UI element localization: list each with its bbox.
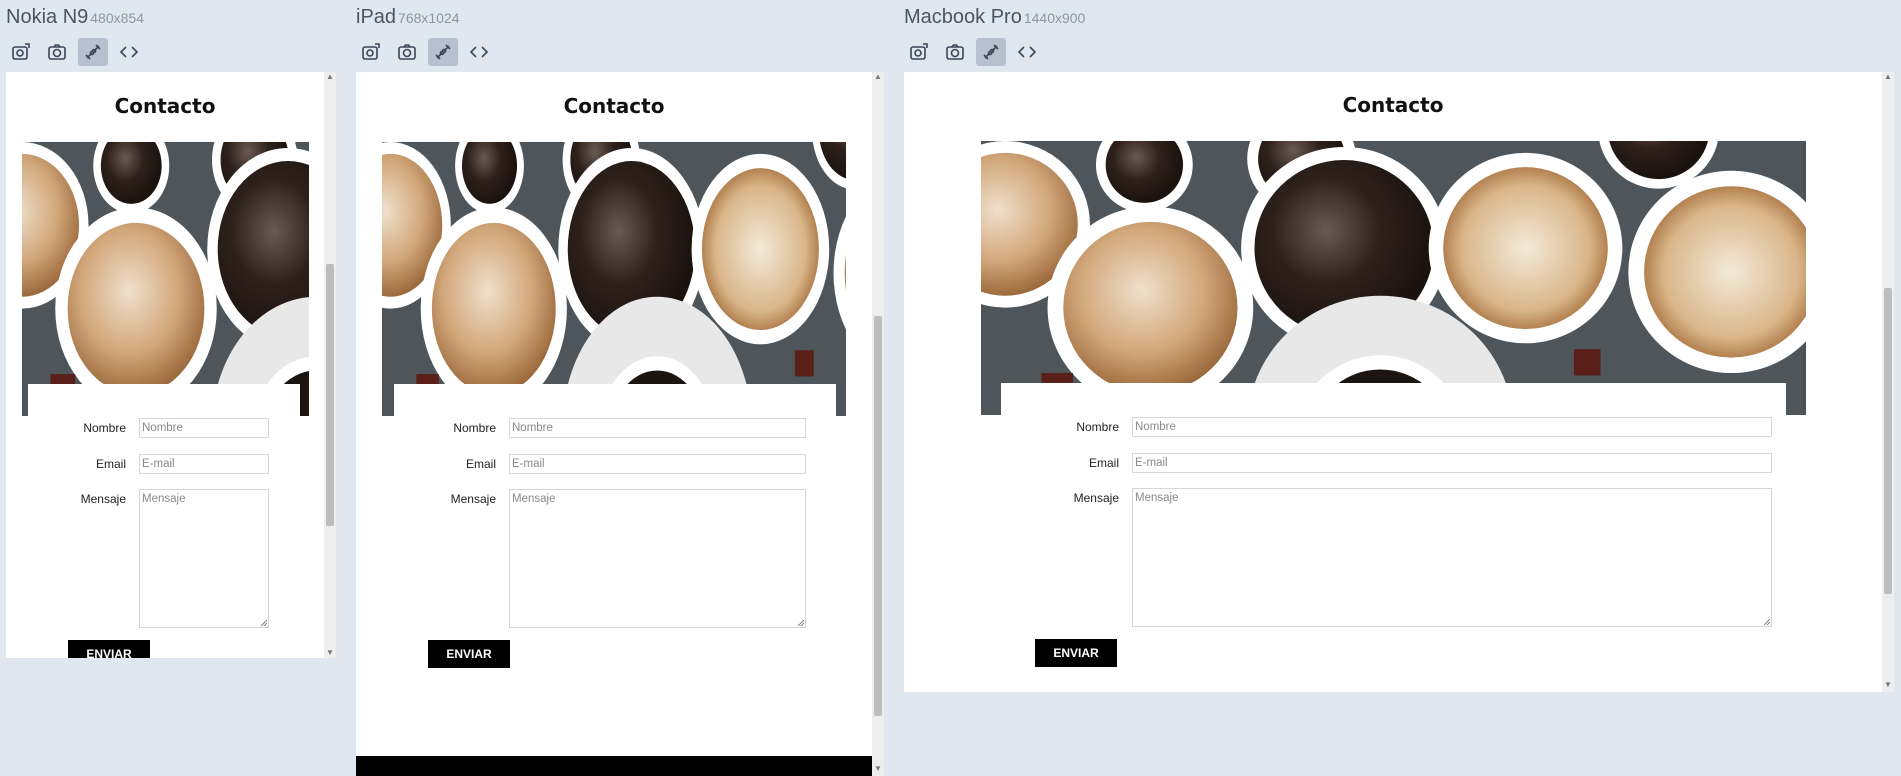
scrollbar[interactable]: ▲ ▼ — [324, 72, 336, 658]
screenshot-icon[interactable] — [940, 38, 970, 66]
submit-button[interactable]: ENVIAR — [1035, 639, 1117, 667]
contact-form: Nombre Nombre Email E-mail Mensaje Mensa… — [394, 384, 836, 668]
rotate-camera-icon[interactable] — [6, 38, 36, 66]
name-input[interactable]: Nombre — [509, 418, 806, 438]
device-name: Macbook Pro — [904, 6, 1022, 28]
scroll-thumb[interactable] — [1884, 288, 1892, 594]
page-footer — [356, 756, 872, 776]
name-label: Nombre — [83, 421, 126, 435]
hero-image — [22, 142, 309, 416]
email-label: Email — [95, 457, 126, 471]
message-textarea[interactable]: Mensaje — [1132, 488, 1772, 627]
device-size: 768x1024 — [398, 10, 460, 26]
hero-image — [382, 142, 846, 416]
scroll-up-icon[interactable]: ▲ — [324, 72, 336, 82]
device-header: iPad 768x1024 — [356, 6, 460, 29]
scrollbar[interactable]: ▲ ▼ — [872, 72, 884, 776]
message-label: Mensaje — [80, 492, 126, 506]
device-toolbar — [6, 38, 144, 66]
name-input[interactable]: Nombre — [139, 418, 269, 438]
scroll-down-icon[interactable]: ▼ — [872, 764, 884, 774]
scroll-thumb[interactable] — [326, 264, 334, 526]
hero-image — [981, 141, 1806, 415]
scroll-down-icon[interactable]: ▼ — [324, 648, 336, 658]
device-name: Nokia N9 — [6, 6, 89, 28]
device-size: 480x854 — [90, 10, 144, 26]
device-header: Macbook Pro 1440x900 — [904, 6, 1085, 29]
code-icon[interactable] — [464, 38, 494, 66]
sync-icon[interactable] — [976, 38, 1006, 66]
page-title: Contacto — [563, 94, 665, 118]
code-icon[interactable] — [1012, 38, 1042, 66]
scrollbar[interactable]: ▲ ▼ — [1882, 72, 1894, 692]
sync-icon[interactable] — [78, 38, 108, 66]
rotate-camera-icon[interactable] — [904, 38, 934, 66]
device-panel-macbook: Macbook Pro 1440x900 Contacto Nombre Nomb… — [904, 0, 1894, 776]
email-label: Email — [465, 457, 496, 471]
screenshot-icon[interactable] — [42, 38, 72, 66]
page-title: Contacto — [114, 94, 216, 118]
device-header: Nokia N9 480x854 — [6, 6, 144, 29]
device-toolbar — [356, 38, 494, 66]
device-viewport[interactable]: Contacto Nombre Nombre Email E-mail Mens… — [6, 72, 324, 658]
message-textarea[interactable]: Mensaje — [509, 489, 806, 628]
device-viewport[interactable]: Contacto Nombre Nombre Email E-mail Mens… — [904, 72, 1882, 692]
device-viewport[interactable]: Contacto Nombre Nombre Email E-mail Mens… — [356, 72, 872, 776]
submit-button[interactable]: ENVIAR — [68, 640, 150, 658]
scroll-down-icon[interactable]: ▼ — [1882, 680, 1894, 690]
name-label: Nombre — [453, 421, 496, 435]
contact-form: Nombre Nombre Email E-mail Mensaje Mensa… — [1001, 383, 1786, 667]
email-input[interactable]: E-mail — [509, 454, 806, 474]
rotate-camera-icon[interactable] — [356, 38, 386, 66]
scroll-up-icon[interactable]: ▲ — [872, 72, 884, 82]
page-title: Contacto — [1342, 93, 1444, 117]
code-icon[interactable] — [114, 38, 144, 66]
email-input[interactable]: E-mail — [1132, 453, 1772, 473]
contact-form: Nombre Nombre Email E-mail Mensaje Mensa… — [28, 384, 300, 658]
message-label: Mensaje — [450, 492, 496, 506]
sync-icon[interactable] — [428, 38, 458, 66]
name-input[interactable]: Nombre — [1132, 417, 1772, 437]
device-name: iPad — [356, 6, 397, 28]
device-toolbar — [904, 38, 1042, 66]
message-label: Mensaje — [1073, 491, 1119, 505]
device-panel-nokia: Nokia N9 480x854 Contacto Nombre Nombre E… — [6, 0, 336, 776]
resize-grip-icon[interactable] — [261, 620, 267, 626]
resize-grip-icon[interactable] — [1764, 619, 1770, 625]
device-panel-ipad: iPad 768x1024 Contacto Nombre Nombre Emai… — [356, 0, 886, 776]
submit-button[interactable]: ENVIAR — [428, 640, 510, 668]
scroll-thumb[interactable] — [874, 316, 882, 716]
message-textarea[interactable]: Mensaje — [139, 489, 269, 628]
scroll-up-icon[interactable]: ▲ — [1882, 72, 1894, 82]
screenshot-icon[interactable] — [392, 38, 422, 66]
resize-grip-icon[interactable] — [798, 620, 804, 626]
email-label: Email — [1088, 456, 1119, 470]
email-input[interactable]: E-mail — [139, 454, 269, 474]
name-label: Nombre — [1076, 420, 1119, 434]
device-size: 1440x900 — [1023, 10, 1086, 26]
